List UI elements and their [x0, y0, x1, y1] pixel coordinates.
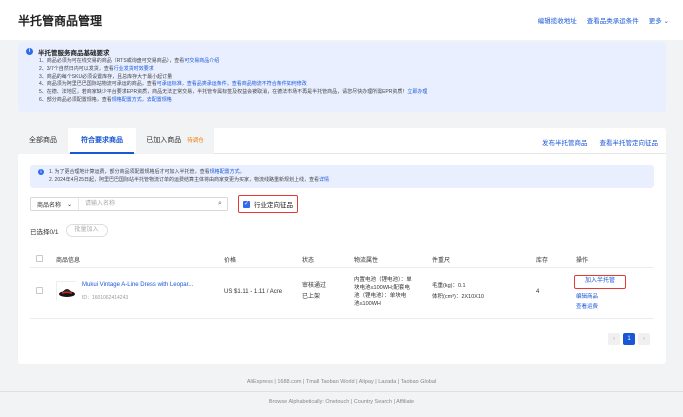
- package-volume: 体积(cm³)：2X10X10: [432, 294, 484, 300]
- logistics-line: 池≤100WH: [354, 301, 381, 307]
- checkmark-icon: ✓: [243, 200, 250, 208]
- requirements-list: 1、商品必须为可在线交易的商品（RTS或询盘可交易商品），查看可交易商品介绍 2…: [39, 58, 658, 105]
- tab-bar: 全部商品 符合要求商品 已加入商品 待调仓 发布半托管商品 查看半托管定向征品: [18, 128, 666, 154]
- selection-count: 已选择0/1: [30, 228, 59, 236]
- requirements-notice: i 半托管服务商品基础要求 1、商品必须为可在线交易的商品（RTS或询盘可交易商…: [18, 42, 666, 112]
- shipping-notice: i 1. 为了更合理地计算运费，部分商品须配置规格后才可加入半托管，查看 规格配置…: [30, 165, 654, 188]
- search-icon[interactable]: ⌕: [213, 200, 227, 208]
- tab-added-products[interactable]: 已加入商品 待调仓: [136, 128, 214, 154]
- details-link[interactable]: 详情: [319, 176, 329, 184]
- chevron-down-icon: ⌄: [67, 201, 73, 208]
- product-title-link[interactable]: Mukui Vintage A-Line Dress with Leopar..…: [82, 282, 193, 288]
- select-all-checkbox[interactable]: [36, 255, 43, 262]
- view-targeted-link[interactable]: 查看半托管定向征品: [600, 137, 659, 147]
- listing-status: 已上架: [302, 294, 321, 300]
- tab-eligible-products[interactable]: 符合要求商品: [70, 128, 134, 154]
- table-row: Mukui Vintage A-Line Dress with Leopar..…: [30, 269, 654, 319]
- chevron-down-icon: ⌄: [663, 18, 669, 25]
- requirement-item: 5、在德、法地区，若商家缺少平台要求EPR资质，商品无法正常交易，半托管专属标签…: [39, 89, 428, 96]
- requirement-item: 6、部分商品必须配置规格，查看规格配置方式，去配置规格: [39, 96, 172, 103]
- top-links: 编辑揽收地址 查看品类承运条件 更多 ⌄: [538, 15, 669, 25]
- epr-apply-link[interactable]: 立即办理: [407, 89, 427, 95]
- logistics-line: 块电池≤100WH;配套电: [354, 285, 410, 291]
- product-id: ID：1601062414243: [82, 295, 129, 301]
- search-bar: 商品名称 ⌄ ⌕: [30, 197, 228, 211]
- logistics-line: 内置电池（锂电池）：单: [354, 277, 412, 283]
- gross-weight: 毛重(kg)：0.1: [432, 283, 466, 289]
- review-status: 审核通过: [302, 283, 327, 289]
- targeted-filter-checkbox[interactable]: ✓ 行业定向征品: [238, 195, 298, 213]
- product-thumbnail[interactable]: [56, 281, 77, 302]
- spec-config-link[interactable]: 规格配置方式，去配置规格: [112, 97, 172, 103]
- footer-divider: [0, 391, 683, 392]
- row-checkbox[interactable]: [36, 287, 43, 294]
- status-badge: 待调仓: [187, 138, 204, 144]
- publish-product-link[interactable]: 发布半托管商品: [542, 137, 588, 147]
- search-input[interactable]: [79, 198, 213, 210]
- page-1-button[interactable]: 1: [623, 333, 635, 345]
- info-icon: i: [26, 48, 33, 55]
- shipping-time-link[interactable]: 行业发货时效要求: [114, 66, 154, 72]
- spec-method-link[interactable]: 规格配置方式。: [210, 168, 245, 176]
- add-to-semi-managed-button[interactable]: 加入半托管: [574, 275, 626, 289]
- view-shipping-link[interactable]: 查看运费: [576, 302, 598, 310]
- search-field-select[interactable]: 商品名称 ⌄: [31, 198, 79, 210]
- tradable-products-link[interactable]: 可交易商品介绍: [184, 58, 219, 64]
- next-page-button[interactable]: ›: [638, 333, 650, 345]
- info-icon: i: [38, 169, 44, 175]
- table-header: 商品信息 价格 状态 物流属性 件重尺 库存 操作: [30, 250, 654, 268]
- stock-count: 4: [536, 289, 540, 295]
- product-card: 全部商品 符合要求商品 已加入商品 待调仓 发布半托管商品 查看半托管定向征品 i…: [18, 128, 666, 364]
- edit-product-link[interactable]: 编辑商品: [576, 292, 598, 300]
- page-title: 半托管商品管理: [18, 14, 103, 28]
- requirement-item: 2、3/7个自然日内可以发货，查看行业发货时效要求: [39, 65, 154, 72]
- requirement-item: 1、商品必须为可在线交易的商品（RTS或询盘可交易商品），查看可交易商品介绍: [39, 58, 220, 64]
- batch-add-button[interactable]: 批量加入: [65, 224, 108, 237]
- logistics-line: 池（锂电池）：单块电: [354, 293, 407, 299]
- notice-title: 半托管服务商品基础要求: [38, 49, 110, 57]
- prev-page-button[interactable]: ‹: [608, 333, 620, 345]
- footer-browse-links[interactable]: Browse Alphabetically: Onetouch | Countr…: [0, 399, 683, 405]
- tab-all-products[interactable]: 全部商品: [18, 128, 68, 154]
- product-price: US $1.11 - 1.11 / Acre: [224, 289, 283, 295]
- footer-links[interactable]: AliExpress | 1688.com | Tmall Taobao Wor…: [0, 379, 683, 385]
- pagination: ‹ 1 ›: [608, 333, 650, 345]
- carrier-standards-link[interactable]: 可承运标准，查看品类承运条件，查看商品物流不符合条件如何修改: [157, 81, 307, 87]
- page-header: 半托管商品管理 编辑揽收地址 查看品类承运条件 更多 ⌄: [0, 0, 683, 40]
- more-menu[interactable]: 更多 ⌄: [649, 15, 669, 25]
- view-carrier-conditions-link[interactable]: 查看品类承运条件: [587, 15, 639, 25]
- edit-pickup-address-link[interactable]: 编辑揽收地址: [538, 15, 577, 25]
